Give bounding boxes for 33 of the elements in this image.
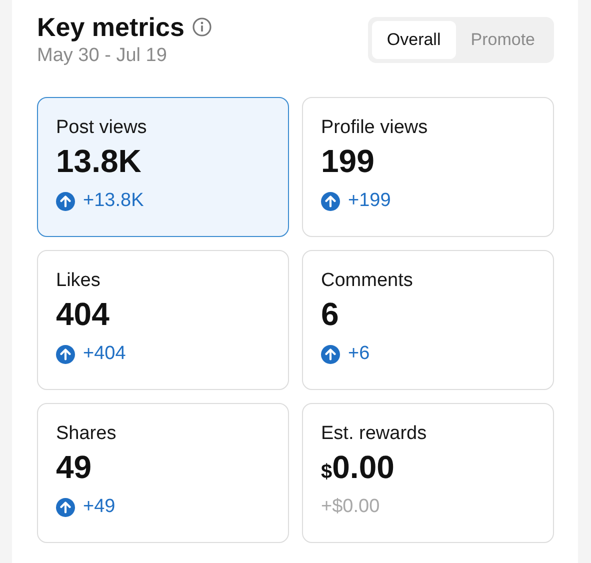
metric-card[interactable]: Comments 6 +6 xyxy=(302,250,554,390)
metric-change: +6 xyxy=(348,343,370,365)
metric-card[interactable]: Profile views 199 +199 xyxy=(302,97,554,237)
metric-change: +49 xyxy=(83,496,116,518)
metric-change: +404 xyxy=(83,343,126,365)
metric-change: +13.8K xyxy=(83,190,144,212)
section-title: Key metrics xyxy=(37,12,184,42)
metric-value: 13.8K xyxy=(56,143,142,180)
metric-change: +199 xyxy=(348,190,391,212)
metric-label: Likes xyxy=(56,270,102,292)
metric-label: Comments xyxy=(321,270,414,292)
metric-label: Post views xyxy=(56,117,148,139)
arrow-up-icon xyxy=(321,344,340,364)
metric-label: Profile views xyxy=(321,117,429,139)
tab[interactable]: Overall xyxy=(372,21,456,59)
metric-card[interactable]: Likes 404 +404 xyxy=(37,250,289,390)
info-icon[interactable] xyxy=(192,17,212,37)
metric-card[interactable]: Shares 49 +49 xyxy=(37,403,289,543)
metric-card[interactable]: Post views 13.8K +13.8K xyxy=(37,97,289,237)
metric-label: Shares xyxy=(56,423,118,445)
arrow-up-icon xyxy=(56,498,75,516)
metric-value: 404 xyxy=(56,296,110,333)
metric-value: 49 xyxy=(56,449,93,486)
metric-card[interactable]: Est. rewards $0.00 +$0.00 xyxy=(302,403,554,543)
arrow-up-icon xyxy=(321,192,340,210)
metric-label: Est. rewards xyxy=(321,423,428,445)
metric-value: 199 xyxy=(321,143,376,180)
metric-value: $0.00 xyxy=(321,449,396,486)
arrow-up-icon xyxy=(56,192,75,210)
metric-value: 6 xyxy=(321,296,340,333)
date-range: May 30 - Jul 19 xyxy=(37,45,168,67)
arrow-up-icon xyxy=(56,344,75,364)
metric-change: +$0.00 xyxy=(321,496,380,518)
